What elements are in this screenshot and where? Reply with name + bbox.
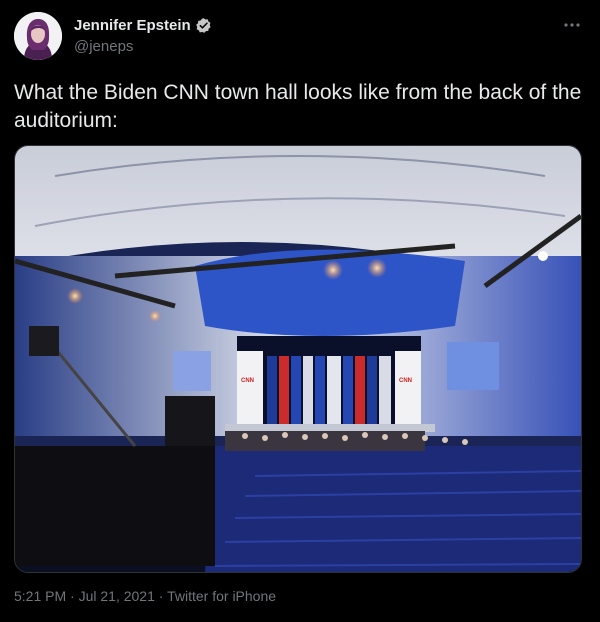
tweet-photo[interactable]: CNN CNN bbox=[14, 145, 582, 573]
stage-sign-left-brand: CNN bbox=[241, 378, 254, 384]
tweet-date[interactable]: Jul 21, 2021 bbox=[79, 588, 155, 604]
tweet-text: What the Biden CNN town hall looks like … bbox=[14, 81, 582, 132]
meta-separator: · bbox=[70, 588, 75, 604]
tweet-time[interactable]: 5:21 PM bbox=[14, 588, 66, 604]
author-handle[interactable]: @jeneps bbox=[74, 38, 133, 55]
tweet-meta: 5:21 PM · Jul 21, 2021 · Twitter for iPh… bbox=[14, 588, 276, 604]
stage-sign-right-brand: CNN bbox=[399, 378, 412, 384]
avatar-image bbox=[14, 12, 62, 60]
auditorium-photo: CNN CNN bbox=[15, 146, 581, 572]
verified-badge-icon bbox=[195, 17, 212, 34]
author-name-row[interactable]: Jennifer Epstein bbox=[74, 17, 212, 34]
more-horizontal-icon[interactable] bbox=[564, 14, 580, 32]
meta-separator: · bbox=[158, 588, 164, 604]
avatar[interactable] bbox=[14, 12, 62, 60]
tweet: Jennifer Epstein @jeneps What the Biden … bbox=[0, 0, 600, 622]
tweet-source[interactable]: Twitter for iPhone bbox=[167, 588, 276, 604]
author-display-name[interactable]: Jennifer Epstein bbox=[74, 17, 191, 34]
